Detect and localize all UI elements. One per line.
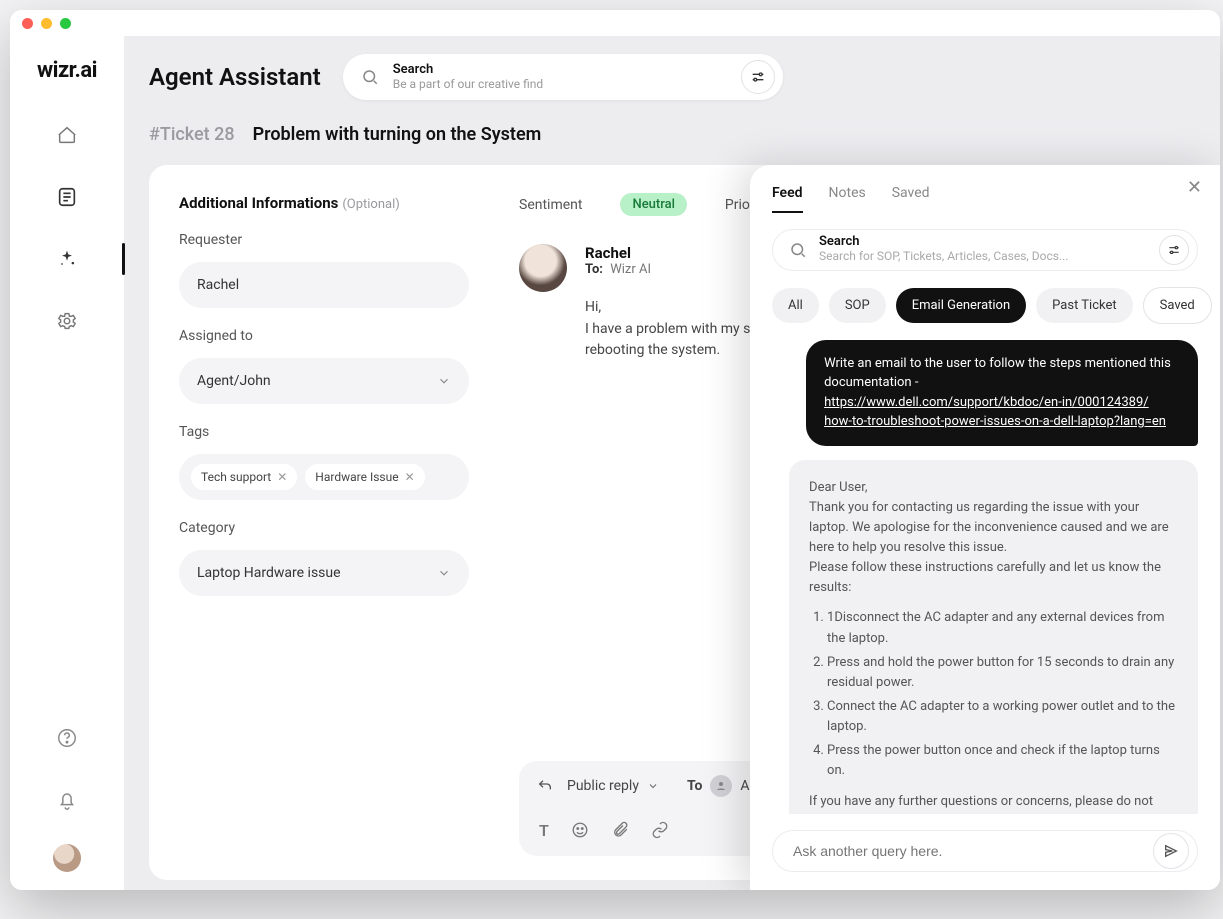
requester-avatar [519,244,567,292]
panel-search[interactable]: Search Search for SOP, Tickets, Articles… [772,229,1198,271]
chevron-down-icon [437,566,451,580]
nav-tickets[interactable] [49,179,85,215]
search-subtext: Be a part of our creative find [393,78,727,92]
reply-arrow-icon [537,778,553,794]
panel-tabs: Feed Notes Saved [772,185,1198,213]
ticket-icon [56,186,78,208]
help-icon [56,727,78,749]
search-filter-button[interactable] [741,60,775,94]
sparkle-icon [57,249,77,269]
requester-field[interactable]: Rachel [179,262,469,308]
requester-value: Rachel [197,277,239,293]
attachment-icon[interactable] [611,821,629,840]
assigned-label: Assigned to [179,328,469,344]
panel-search-label: Search [819,235,1147,250]
filter-sop[interactable]: SOP [829,288,886,323]
sliders-icon [1167,243,1181,257]
filter-email-generation[interactable]: Email Generation [896,288,1026,323]
reply-to-value: A [740,778,749,794]
filter-past-ticket[interactable]: Past Ticket [1036,288,1132,323]
conversation: Write an email to the user to follow the… [772,340,1198,815]
assistant-panel: ✕ Feed Notes Saved Search Search for SOP… [750,165,1220,890]
filter-all[interactable]: All [772,288,819,323]
reply-type-select[interactable]: Public reply [567,778,659,794]
send-button[interactable] [1153,833,1189,869]
tags-label: Tags [179,424,469,440]
nav-help[interactable] [49,720,85,756]
query-text-input[interactable] [793,843,1141,859]
text-format-icon[interactable]: T [539,821,549,840]
panel-close-button[interactable]: ✕ [1187,177,1202,198]
category-value: Laptop Hardware issue [197,565,341,581]
user-avatar[interactable] [53,844,81,872]
ticket-title: Problem with turning on the System [253,124,542,145]
tags-field[interactable]: Tech support ✕ Hardware Issue ✕ [179,454,469,500]
panel-search-subtext: Search for SOP, Tickets, Articles, Cases… [819,250,1147,264]
chevron-down-icon [647,780,659,792]
reply-to-label: To [687,778,702,794]
nav-home[interactable] [49,117,85,153]
window-titlebar [10,10,1220,36]
filter-saved[interactable]: Saved [1143,287,1212,324]
tab-saved[interactable]: Saved [892,185,930,213]
window-zoom-dot[interactable] [60,18,71,29]
window-minimize-dot[interactable] [41,18,52,29]
panel-query-input[interactable] [772,830,1198,872]
user-prompt-bubble: Write an email to the user to follow the… [806,340,1198,446]
assigned-select[interactable]: Agent/John [179,358,469,404]
gear-icon [56,310,78,332]
chevron-down-icon [437,374,451,388]
panel-filter-button[interactable] [1159,235,1189,265]
bell-icon [56,789,78,811]
tab-notes[interactable]: Notes [829,185,866,213]
page-title: Agent Assistant [149,63,321,91]
nav-settings[interactable] [49,303,85,339]
info-heading: Additional Informations (Optional) [179,193,469,212]
sentiment-badge: Neutral [620,193,686,216]
close-icon[interactable]: ✕ [405,470,415,484]
search-icon [361,68,379,86]
emoji-icon[interactable] [571,821,589,840]
brand-logo: wizr.ai [37,48,97,107]
tag-chip[interactable]: Tech support ✕ [191,464,297,490]
sidebar: wizr.ai [10,36,125,890]
home-icon [56,124,78,146]
doc-link[interactable]: https://www.dell.com/support/kbdoc/en-in… [824,395,1149,410]
send-icon [1163,843,1179,859]
assigned-value: Agent/John [197,373,271,389]
link-icon[interactable] [651,821,669,840]
filter-chips: All SOP Email Generation Past Ticket Sav… [772,287,1198,324]
search-icon [789,241,807,259]
search-label: Search [393,63,727,78]
ai-response-bubble: Dear User, Thank you for contacting us r… [789,460,1198,815]
tab-feed[interactable]: Feed [772,185,803,213]
app-window: wizr.ai [10,10,1220,890]
close-icon[interactable]: ✕ [277,470,287,484]
sliders-icon [750,69,766,85]
window-close-dot[interactable] [22,18,33,29]
category-label: Category [179,520,469,536]
doc-link[interactable]: how-to-troubleshoot-power-issues-on-a-de… [824,414,1166,429]
nav-assistant[interactable] [49,241,85,277]
ticket-id: #Ticket 28 [149,124,235,145]
recipient-avatar [710,775,732,797]
category-select[interactable]: Laptop Hardware issue [179,550,469,596]
tag-chip[interactable]: Hardware Issue ✕ [305,464,424,490]
global-search[interactable]: Search Be a part of our creative find [343,54,783,100]
requester-label: Requester [179,232,469,248]
nav-notifications[interactable] [49,782,85,818]
sentiment-label: Sentiment [519,197,582,213]
